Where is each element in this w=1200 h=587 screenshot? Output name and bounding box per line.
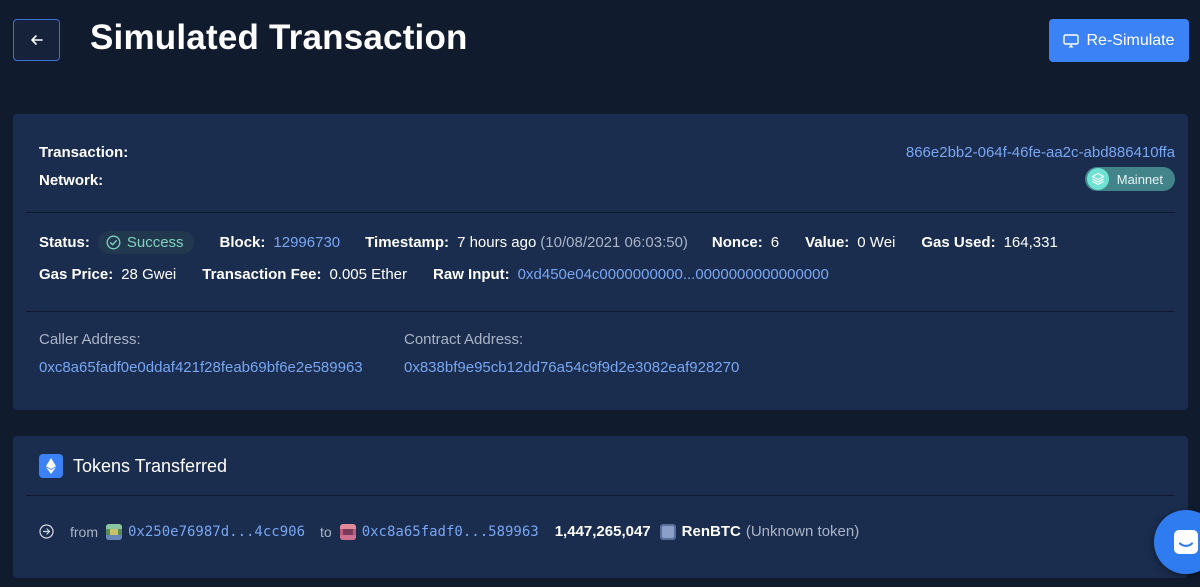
page-title: Simulated Transaction	[90, 18, 468, 57]
divider	[26, 495, 1175, 496]
transaction-fee-value: 0.005 Ether	[329, 266, 408, 283]
transaction-details-card: Transaction: 866e2bb2-064f-46fe-aa2c-abd…	[13, 114, 1188, 410]
transaction-id-link[interactable]: 866e2bb2-064f-46fe-aa2c-abd886410ffa	[906, 144, 1175, 161]
gas-used-label: Gas Used:	[921, 234, 996, 251]
value-value: 0 Wei	[857, 234, 896, 251]
status-label: Status:	[39, 234, 90, 251]
to-address-avatar-icon	[339, 523, 356, 540]
from-label: from	[70, 523, 98, 540]
raw-input-label: Raw Input:	[433, 266, 510, 283]
caller-address-link[interactable]: 0xc8a65fadf0e0ddaf421f28feab69bf6e2e5899…	[39, 359, 363, 376]
tokens-title: Tokens Transferred	[73, 455, 228, 476]
timestamp-relative: 7 hours ago	[457, 234, 537, 251]
transaction-fee-label: Transaction Fee:	[202, 266, 322, 283]
contract-address-label: Contract Address:	[404, 331, 524, 348]
to-address-link[interactable]: 0xc8a65fadf0...589963	[362, 524, 539, 540]
transfer-amount: 1,447,265,047	[554, 523, 651, 540]
block-link[interactable]: 12996730	[273, 234, 340, 251]
nonce-value: 6	[770, 234, 780, 251]
token-avatar-icon	[659, 523, 676, 540]
from-address-avatar-icon	[106, 523, 122, 540]
arrow-left-icon	[30, 35, 43, 45]
arrow-right-circle-icon	[39, 524, 54, 539]
transaction-label: Transaction:	[39, 144, 129, 161]
check-circle-icon	[106, 235, 121, 250]
gas-price-value: 28 Gwei	[121, 266, 177, 283]
from-address-link[interactable]: 0x250e76987d...4cc906	[128, 524, 305, 540]
token-note: (Unknown token)	[745, 523, 860, 540]
to-label: to	[320, 523, 332, 540]
tokens-header: Tokens Transferred	[39, 454, 227, 478]
divider	[26, 311, 1175, 312]
value-label: Value:	[805, 234, 850, 251]
network-badge: Mainnet	[1084, 167, 1175, 191]
timestamp-absolute: (10/08/2021 06:03:50)	[540, 234, 688, 251]
ethereum-icon	[39, 454, 63, 478]
timestamp-label: Timestamp:	[365, 234, 450, 251]
network-value: Mainnet	[1116, 171, 1163, 187]
details-row-1: Status: Success Block: 12996730 Timestam…	[39, 231, 1058, 254]
layers-icon	[1086, 168, 1109, 190]
block-label: Block:	[219, 234, 266, 251]
divider	[26, 212, 1175, 213]
chat-smile-icon	[1174, 530, 1198, 554]
transfer-row: from 0x250e76987d...4cc906 to 0xc8a65fad…	[39, 523, 859, 540]
contract-address-link[interactable]: 0x838bf9e95cb12dd76a54c9f9d2e3082eaf9282…	[404, 359, 739, 376]
re-simulate-button[interactable]: Re-Simulate	[1049, 19, 1189, 62]
nonce-label: Nonce:	[711, 234, 763, 251]
gas-price-label: Gas Price:	[39, 266, 114, 283]
gas-used-value: 164,331	[1003, 234, 1058, 251]
monitor-play-icon	[1063, 33, 1080, 47]
status-badge: Success	[97, 231, 194, 254]
details-row-2: Gas Price: 28 Gwei Transaction Fee: 0.00…	[39, 266, 829, 283]
raw-input-link[interactable]: 0xd450e04c0000000000...0000000000000000	[518, 266, 829, 283]
re-simulate-label: Re-Simulate	[1086, 31, 1175, 49]
network-label: Network:	[39, 172, 104, 189]
tokens-transferred-card: Tokens Transferred from 0x250e76987d...4…	[13, 436, 1188, 578]
back-button[interactable]	[13, 19, 60, 61]
status-value: Success	[126, 234, 184, 251]
token-name: RenBTC	[681, 523, 741, 540]
caller-address-label: Caller Address:	[39, 331, 141, 348]
